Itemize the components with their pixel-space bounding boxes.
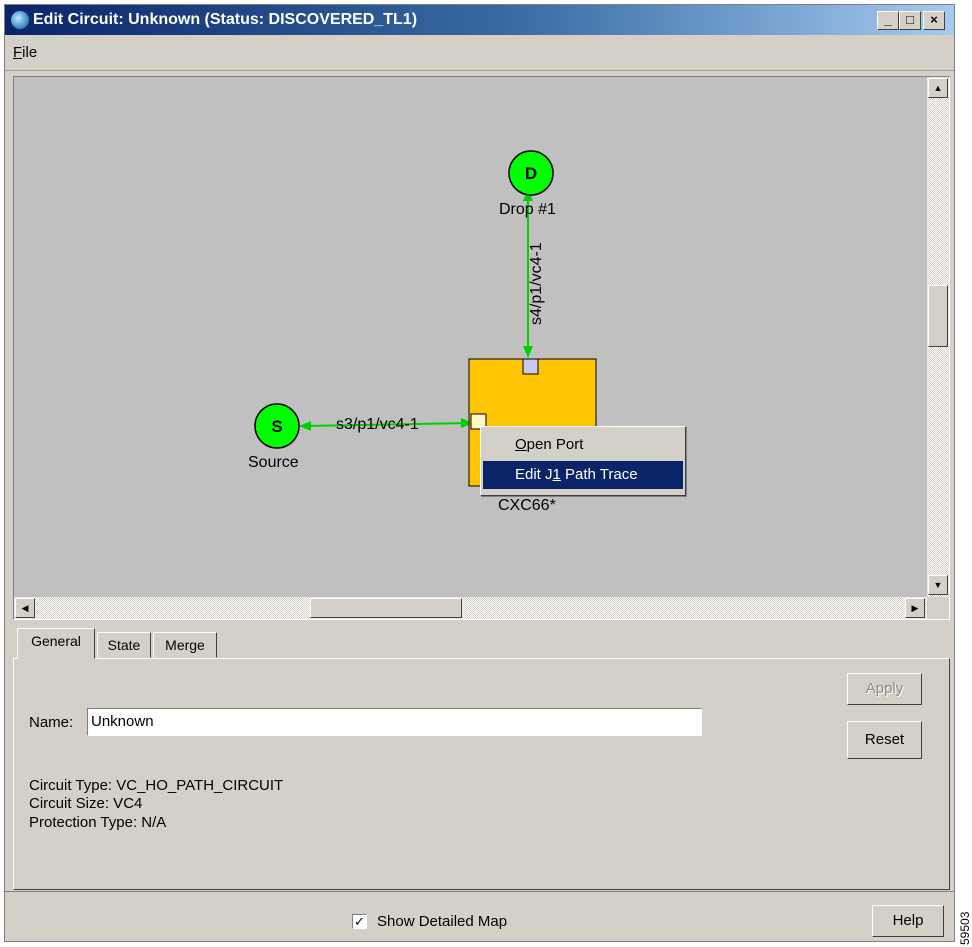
scroll-up-arrow-icon[interactable]: ▲ xyxy=(928,78,948,98)
open-port-accel: O xyxy=(515,436,527,453)
edit-circuit-window: Edit Circuit: Unknown (Status: DISCOVERE… xyxy=(4,4,955,942)
apply-button[interactable]: Apply xyxy=(847,673,922,705)
tab-general[interactable]: General xyxy=(17,628,95,659)
horizontal-link-arrow-left xyxy=(299,421,311,431)
vertical-link-arrow-bottom xyxy=(523,346,533,358)
menu-file-accel: F xyxy=(13,44,23,61)
name-label: Name: xyxy=(29,714,74,731)
edit-j1-pre: Edit J xyxy=(515,466,553,483)
circuit-size-text: Circuit Size: VC4 xyxy=(29,795,143,812)
tab-state[interactable]: State xyxy=(97,632,151,658)
title-bar[interactable]: Edit Circuit: Unknown (Status: DISCOVERE… xyxy=(5,5,954,35)
horizontal-scroll-thumb[interactable] xyxy=(310,598,462,618)
vertical-link-label: s4/p1/vc4-1 xyxy=(528,242,545,325)
scroll-left-arrow-icon[interactable]: ◀ xyxy=(15,598,35,618)
circuit-map-canvas[interactable]: s4/p1/vc4-1 s3/p1/vc4-1 CXC66* D Drop #1… xyxy=(13,76,950,620)
switch-node-label: CXC66* xyxy=(498,497,556,514)
reset-button[interactable]: Reset xyxy=(847,721,922,759)
bottom-bar: ✓ Show Detailed Map Help xyxy=(5,891,954,942)
minimize-button[interactable]: _ xyxy=(877,11,899,30)
menu-file-rest: ile xyxy=(22,44,38,61)
maximize-button[interactable]: □ xyxy=(899,11,921,30)
switch-port-top[interactable] xyxy=(522,358,539,375)
general-tab-panel: Apply Reset Name: Unknown Circuit Type: … xyxy=(13,658,950,890)
menu-file[interactable]: File xyxy=(13,44,37,61)
scroll-right-arrow-icon[interactable]: ▶ xyxy=(905,598,925,618)
circuit-type-text: Circuit Type: VC_HO_PATH_CIRCUIT xyxy=(29,777,284,794)
vertical-scrollbar[interactable]: ▲ ▼ xyxy=(927,77,949,597)
edit-j1-accel: 1 xyxy=(552,466,561,483)
figure-number: 59503 xyxy=(958,911,972,945)
properties-tabs: General State Merge Apply Reset Name: Un… xyxy=(13,626,950,890)
source-node-letter: S xyxy=(271,417,282,436)
menu-item-open-port[interactable]: Open Port xyxy=(483,431,683,459)
scroll-corner xyxy=(927,597,949,619)
drop-node-letter: D xyxy=(525,164,537,183)
menu-bar: File xyxy=(5,36,954,71)
open-port-rest: pen Port xyxy=(526,436,584,453)
edit-j1-rest: Path Trace xyxy=(560,466,638,483)
show-detailed-map-checkbox[interactable]: ✓ xyxy=(352,914,367,929)
horizontal-scrollbar[interactable]: ◀ ▶ xyxy=(14,597,927,619)
tab-merge[interactable]: Merge xyxy=(153,632,217,658)
show-detailed-map-label: Show Detailed Map xyxy=(377,913,508,930)
protection-type-text: Protection Type: N/A xyxy=(29,814,167,831)
circuit-app-icon xyxy=(11,11,29,29)
close-button[interactable]: × xyxy=(923,11,945,30)
port-context-menu: Open Port Edit J1 Path Trace xyxy=(480,426,686,496)
help-button[interactable]: Help xyxy=(872,905,944,937)
source-node-label: Source xyxy=(248,454,299,471)
vertical-scroll-thumb[interactable] xyxy=(928,285,948,347)
scroll-down-arrow-icon[interactable]: ▼ xyxy=(928,575,948,595)
horizontal-link-label: s3/p1/vc4-1 xyxy=(336,416,419,433)
window-title: Edit Circuit: Unknown (Status: DISCOVERE… xyxy=(33,11,418,28)
drop-node-label: Drop #1 xyxy=(499,201,556,218)
menu-item-edit-j1-path-trace[interactable]: Edit J1 Path Trace xyxy=(483,461,683,489)
name-input[interactable]: Unknown xyxy=(87,708,702,736)
circuit-diagram: s4/p1/vc4-1 s3/p1/vc4-1 CXC66* D Drop #1… xyxy=(248,150,597,514)
